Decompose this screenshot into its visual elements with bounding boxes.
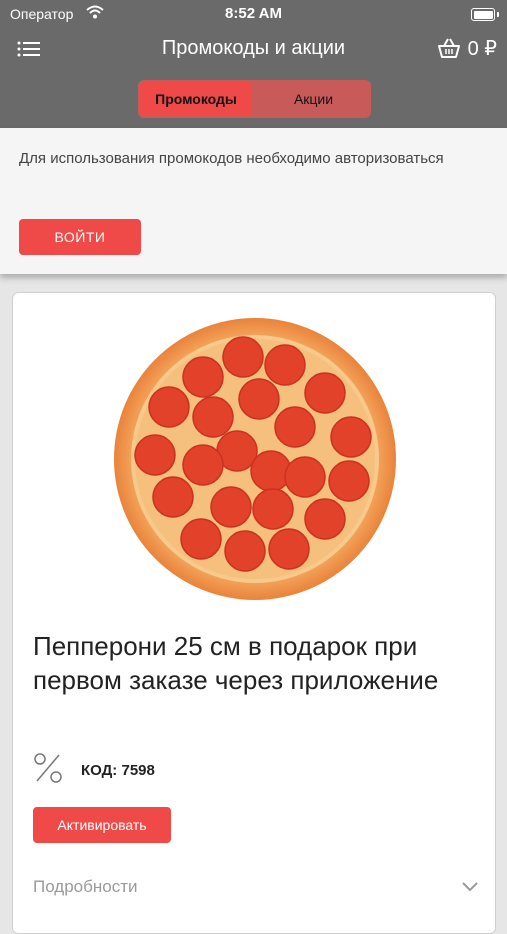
promo-title: Пепперони 25 см в подарок при первом зак… — [33, 631, 439, 695]
status-bar: Оператор 8:52 AM — [0, 0, 507, 30]
basket-icon[interactable] — [437, 37, 461, 59]
activate-button[interactable]: Активировать — [33, 807, 171, 843]
app-header: Оператор 8:52 AM Промокоды и акции 0 ₽ П… — [0, 0, 507, 128]
chevron-down-icon[interactable] — [461, 881, 479, 893]
login-button[interactable]: ВОЙТИ — [19, 219, 141, 255]
details-toggle-label[interactable]: Подробности — [33, 877, 138, 897]
status-time: 8:52 AM — [225, 5, 282, 22]
page-title: Промокоды и акции — [161, 37, 346, 59]
tabs-segmented-control: Промокоды Акции — [138, 80, 371, 118]
cart-total[interactable]: 0 ₽ — [468, 36, 497, 61]
auth-notice-panel: Для использования промокодов необходимо … — [0, 128, 507, 274]
tab-promotions[interactable]: Акции — [256, 80, 371, 118]
battery-icon — [471, 8, 499, 21]
percent-icon — [34, 753, 62, 783]
pizza-image — [114, 318, 396, 600]
promo-code: КОД: 7598 — [81, 762, 155, 779]
tab-promocodes[interactable]: Промокоды — [140, 82, 252, 116]
promo-card: Пепперони 25 см в подарок при первом зак… — [12, 292, 496, 934]
auth-notice-text: Для использования промокодов необходимо … — [19, 150, 444, 167]
